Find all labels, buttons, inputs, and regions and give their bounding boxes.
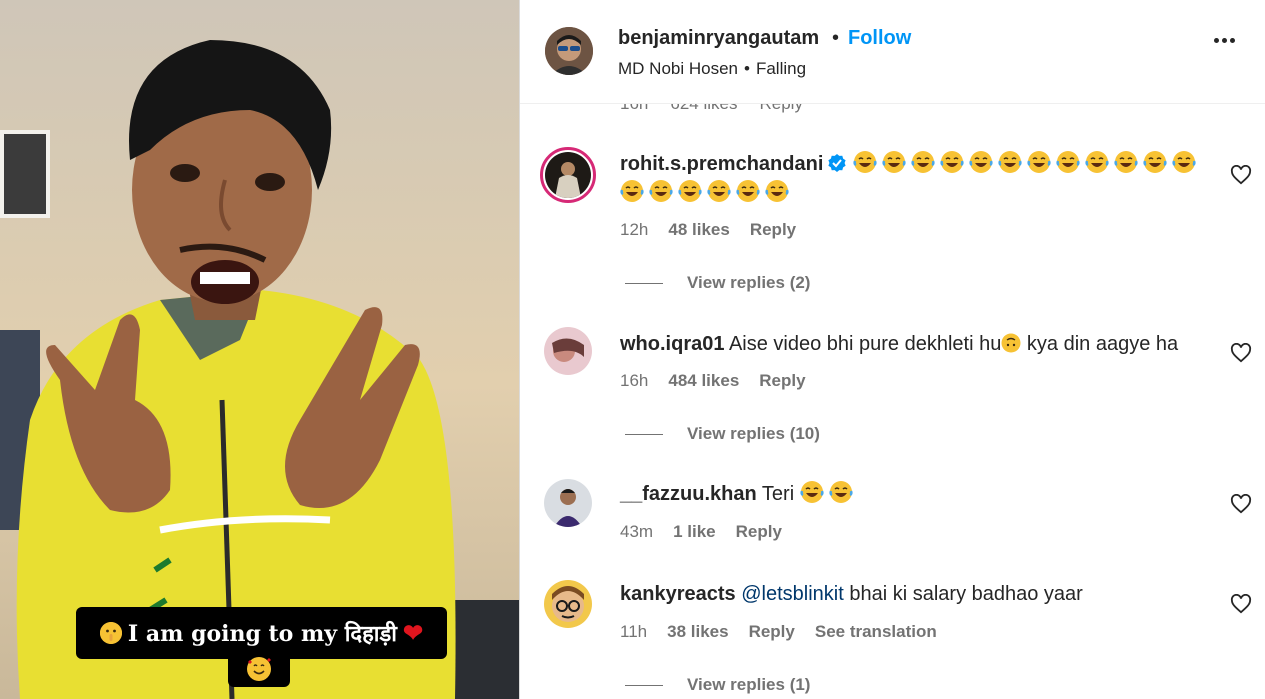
comment-text-part: Aise video bhi pure dekhleti hu	[728, 333, 1002, 355]
face-with-tears-of-joy-icon	[1085, 151, 1109, 173]
comment-time: 11h	[620, 622, 648, 641]
comment-likes[interactable]: 48 likes	[668, 220, 729, 240]
comment-text: rohit.s.premchandani	[620, 150, 1210, 208]
comment-time: 12h	[620, 220, 649, 239]
comment-text: who.iqra01 Aise video bhi pure dekhleti …	[620, 330, 1210, 359]
face-with-tears-of-joy-icon	[1056, 151, 1080, 173]
reply-button[interactable]: Reply	[749, 622, 795, 642]
like-heart-icon[interactable]	[1230, 594, 1252, 614]
comment-username[interactable]: rohit.s.premchandani	[620, 153, 823, 175]
video-caption: I am going to my दिहाड़ी ❤	[76, 607, 447, 659]
like-heart-icon[interactable]	[1230, 343, 1252, 363]
comment-text-part: Teri	[761, 483, 795, 505]
view-replies-button[interactable]: View replies (1)	[625, 675, 810, 695]
like-heart-icon[interactable]	[1230, 165, 1252, 185]
face-with-tears-of-joy-icon	[707, 180, 731, 202]
like-heart-icon[interactable]	[1230, 494, 1252, 514]
person-figure	[16, 40, 456, 699]
face-with-tears-of-joy-icon	[882, 151, 906, 173]
comment-likes[interactable]: 38 likes	[667, 622, 728, 642]
verified-badge-icon	[828, 154, 846, 172]
audio-title[interactable]: Falling	[756, 59, 806, 79]
face-with-tears-of-joy-icon	[911, 151, 935, 173]
comment-meta: 12h 48 likes Reply	[620, 220, 796, 240]
face-with-tears-of-joy-icon	[1027, 151, 1051, 173]
view-replies-label[interactable]: View replies (2)	[687, 273, 810, 293]
reel-video[interactable]: I am going to my दिहाड़ी ❤	[0, 0, 519, 699]
face-with-tears-of-joy-icon	[736, 180, 760, 202]
comment-text-part: bhai ki salary badhao yaar	[849, 583, 1083, 605]
reply-button[interactable]: Reply	[759, 371, 805, 391]
view-replies-label[interactable]: View replies (10)	[687, 424, 820, 444]
replies-divider-line	[625, 282, 663, 284]
face-with-tears-of-joy-icon	[1143, 151, 1167, 173]
comment-meta: 43m 1 like Reply	[620, 522, 782, 542]
face-with-tears-of-joy-icon	[1114, 151, 1138, 173]
header-separator: •	[832, 27, 840, 49]
face-with-tears-of-joy-icon	[940, 151, 964, 173]
face-with-tears-of-joy-icon	[620, 180, 644, 202]
comment-text: kankyreacts @letsblinkit bhai ki salary …	[620, 580, 1210, 609]
view-replies-button[interactable]: View replies (2)	[625, 273, 810, 293]
comment-meta: 11h 38 likes Reply See translation	[620, 622, 937, 642]
author-avatar[interactable]	[545, 27, 593, 75]
comment-username[interactable]: __fazzuu.khan	[620, 483, 757, 505]
audio-attribution[interactable]: MD Nobi Hosen • Falling	[618, 59, 806, 79]
comment-time: 16h	[620, 371, 649, 390]
commenter-avatar[interactable]	[544, 479, 592, 527]
reply-button[interactable]: Reply	[736, 522, 782, 542]
caption-text: I am going to my दिहाड़ी	[127, 621, 397, 647]
commenter-avatar[interactable]	[544, 580, 592, 628]
face-with-tears-of-joy-icon	[765, 180, 789, 202]
more-options-icon[interactable]	[1214, 38, 1235, 43]
commenter-avatar-story-ring[interactable]	[540, 147, 596, 203]
face-with-tears-of-joy-icon	[969, 151, 993, 173]
face-with-tears-of-joy-icon	[649, 180, 673, 202]
comment-text-part: kya din aagye ha	[1026, 333, 1179, 355]
audio-separator: •	[744, 59, 750, 78]
reply-button[interactable]: Reply	[750, 220, 796, 240]
follow-button[interactable]: Follow	[848, 27, 911, 50]
see-translation-button[interactable]: See translation	[815, 622, 937, 642]
caption-emoji-row	[228, 655, 290, 687]
shushing-face-icon	[99, 622, 122, 644]
audio-artist[interactable]: MD Nobi Hosen	[618, 59, 738, 79]
upside-down-smile-icon	[1001, 333, 1021, 353]
commenter-avatar[interactable]	[544, 327, 592, 375]
face-with-tears-of-joy-icon	[998, 151, 1022, 173]
author-username[interactable]: benjaminryangautam	[618, 27, 819, 50]
view-replies-button[interactable]: View replies (10)	[625, 424, 820, 444]
user-mention-link[interactable]: @letsblinkit	[741, 583, 844, 605]
reel-viewer: I am going to my दिहाड़ी ❤ benjaminryang…	[0, 0, 1265, 699]
comments-panel: benjaminryangautam • Follow MD Nobi Hose…	[520, 0, 1265, 699]
replies-divider-line	[625, 433, 663, 435]
face-with-tears-of-joy-icon	[1172, 151, 1196, 173]
post-header: benjaminryangautam • Follow MD Nobi Hose…	[520, 0, 1265, 104]
face-with-tears-of-joy-icon	[853, 151, 877, 173]
comment-text: __fazzuu.khan Teri	[620, 480, 1210, 509]
face-with-tears-of-joy-icon	[800, 481, 824, 503]
laugh-emoji-group	[800, 481, 858, 505]
comment-likes[interactable]: 1 like	[673, 522, 716, 542]
smiling-face-with-hearts-icon	[246, 656, 272, 687]
replies-divider-line	[625, 684, 663, 686]
comment-username[interactable]: who.iqra01	[620, 333, 724, 355]
red-heart-icon: ❤	[402, 618, 424, 647]
comment-username[interactable]: kankyreacts	[620, 583, 736, 605]
view-replies-label[interactable]: View replies (1)	[687, 675, 810, 695]
comment-meta: 16h 484 likes Reply	[620, 371, 806, 391]
face-with-tears-of-joy-icon	[678, 180, 702, 202]
comment-likes[interactable]: 484 likes	[668, 371, 739, 391]
comment-time: 43m	[620, 522, 654, 541]
face-with-tears-of-joy-icon	[829, 481, 853, 503]
